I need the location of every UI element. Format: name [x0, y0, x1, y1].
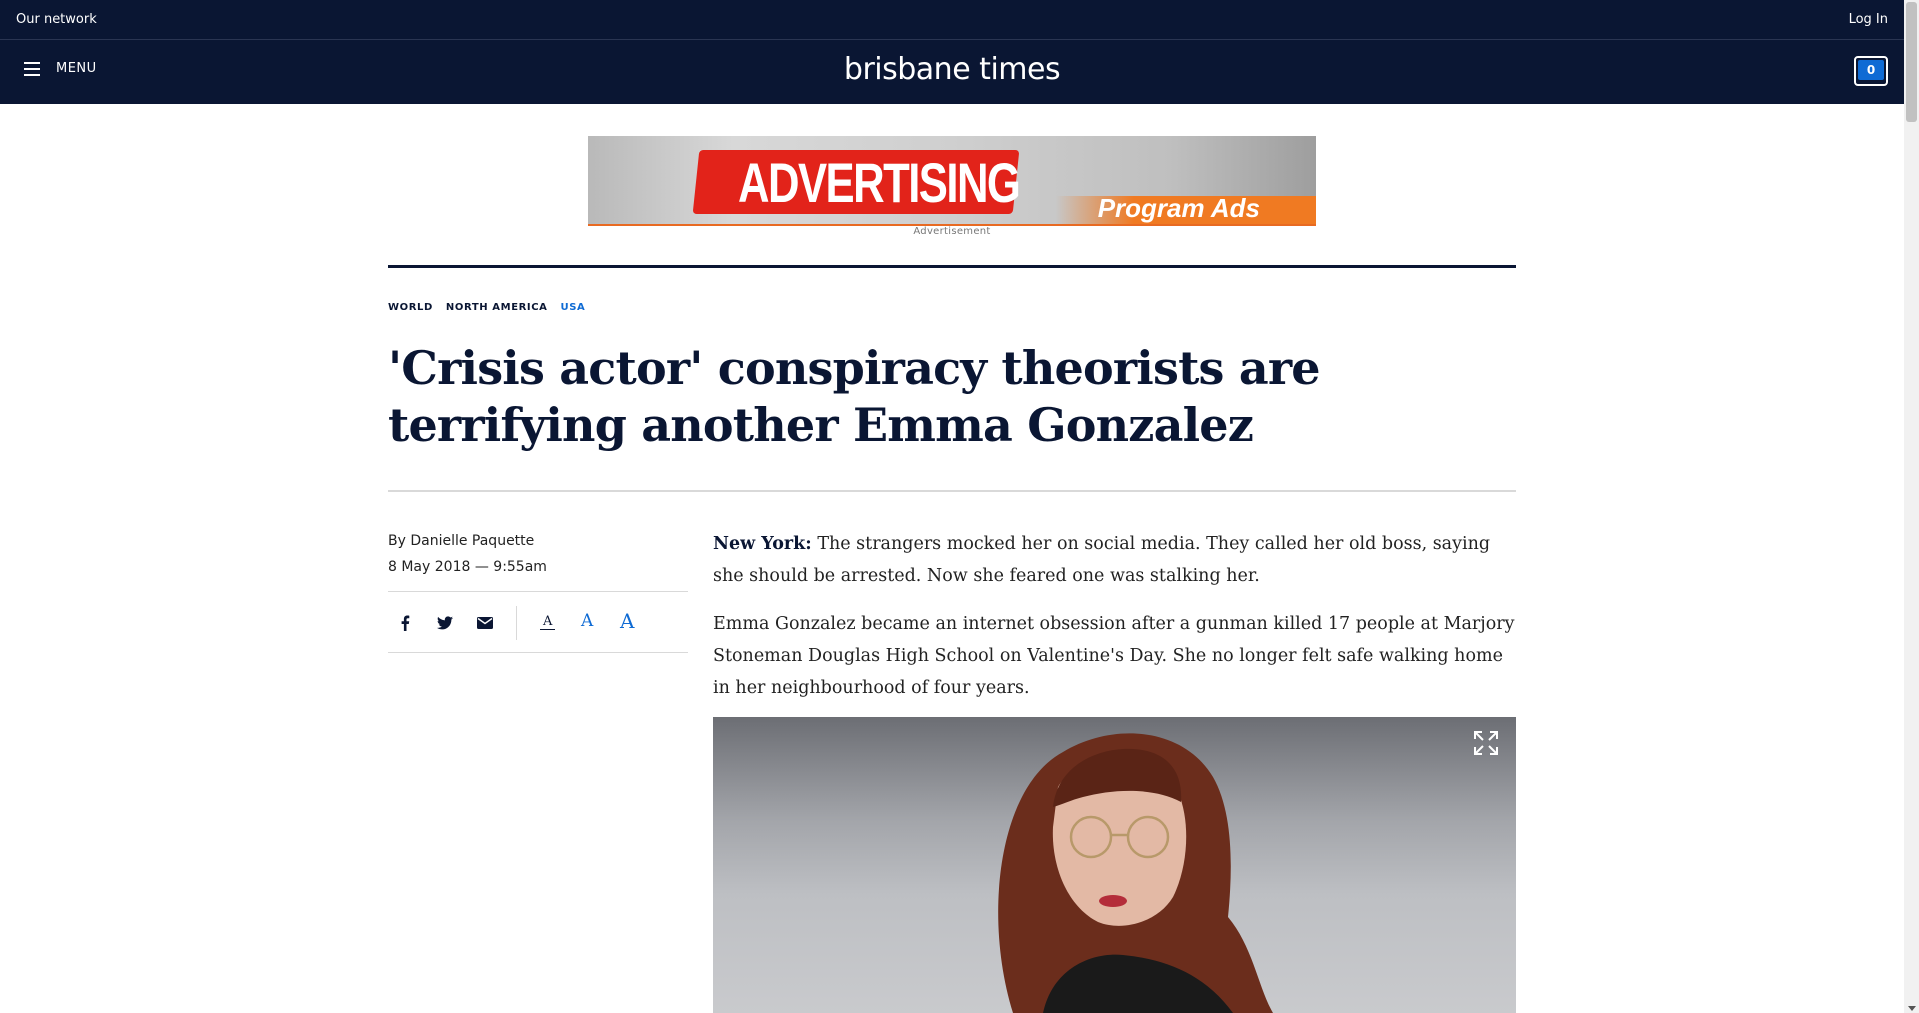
- byline: By Danielle Paquette 8 May 2018 — 9:55am: [388, 528, 547, 580]
- expand-icon[interactable]: [1472, 729, 1500, 757]
- ad-subtext: Program Ads: [1097, 193, 1260, 223]
- portrait-illustration: [998, 733, 1273, 1013]
- article-body: New York: The strangers mocked her on so…: [713, 528, 1516, 720]
- network-bar: Our network Log In: [0, 0, 1904, 40]
- share-toolbar: A A A: [388, 591, 688, 653]
- dateline: New York:: [713, 534, 812, 554]
- advertisement-label: Advertisement: [913, 226, 991, 237]
- our-network-link[interactable]: Our network: [16, 12, 97, 27]
- author-link[interactable]: By Danielle Paquette: [388, 528, 547, 554]
- breadcrumb-north-america[interactable]: NORTH AMERICA: [446, 302, 548, 313]
- masthead: MENU brisbane times 0: [0, 40, 1904, 104]
- font-size-small-button[interactable]: A: [540, 614, 556, 630]
- email-icon[interactable]: [476, 614, 494, 632]
- counter-badge: 0: [1858, 60, 1884, 80]
- publish-date: 8 May 2018 — 9:55am: [388, 559, 547, 575]
- scroll-down-arrow-icon[interactable]: [1908, 1006, 1916, 1011]
- breadcrumb-world[interactable]: WORLD: [388, 302, 433, 313]
- subscription-counter-button[interactable]: 0: [1854, 56, 1888, 86]
- breadcrumb: WORLD NORTH AMERICA USA: [388, 302, 585, 313]
- advertisement-banner[interactable]: ADVERTISING Program Ads: [588, 136, 1316, 226]
- toolbar-divider: [516, 606, 517, 640]
- font-size-large-button[interactable]: A: [620, 609, 634, 633]
- paragraph-1: New York: The strangers mocked her on so…: [713, 528, 1516, 592]
- ad-headline: ADVERTISING: [738, 151, 1021, 214]
- scrollbar-thumb[interactable]: [1906, 2, 1917, 122]
- paragraph-2: Emma Gonzalez became an internet obsessi…: [713, 614, 1515, 698]
- site-logo[interactable]: brisbane times: [0, 52, 1904, 87]
- facebook-icon[interactable]: [396, 614, 414, 632]
- login-link[interactable]: Log In: [1849, 12, 1888, 27]
- article-headline: 'Crisis actor' conspiracy theorists are …: [388, 341, 1321, 452]
- header-rule: [388, 265, 1516, 268]
- paragraph-1-text: The strangers mocked her on social media…: [713, 534, 1491, 586]
- logo-text: brisbane times: [843, 52, 1061, 87]
- font-size-medium-button[interactable]: A: [581, 611, 593, 631]
- breadcrumb-usa[interactable]: USA: [561, 302, 586, 313]
- article-photo[interactable]: [713, 717, 1516, 1013]
- headline-divider: [388, 490, 1516, 492]
- twitter-icon[interactable]: [436, 614, 454, 632]
- page-scrollbar[interactable]: [1904, 0, 1919, 1013]
